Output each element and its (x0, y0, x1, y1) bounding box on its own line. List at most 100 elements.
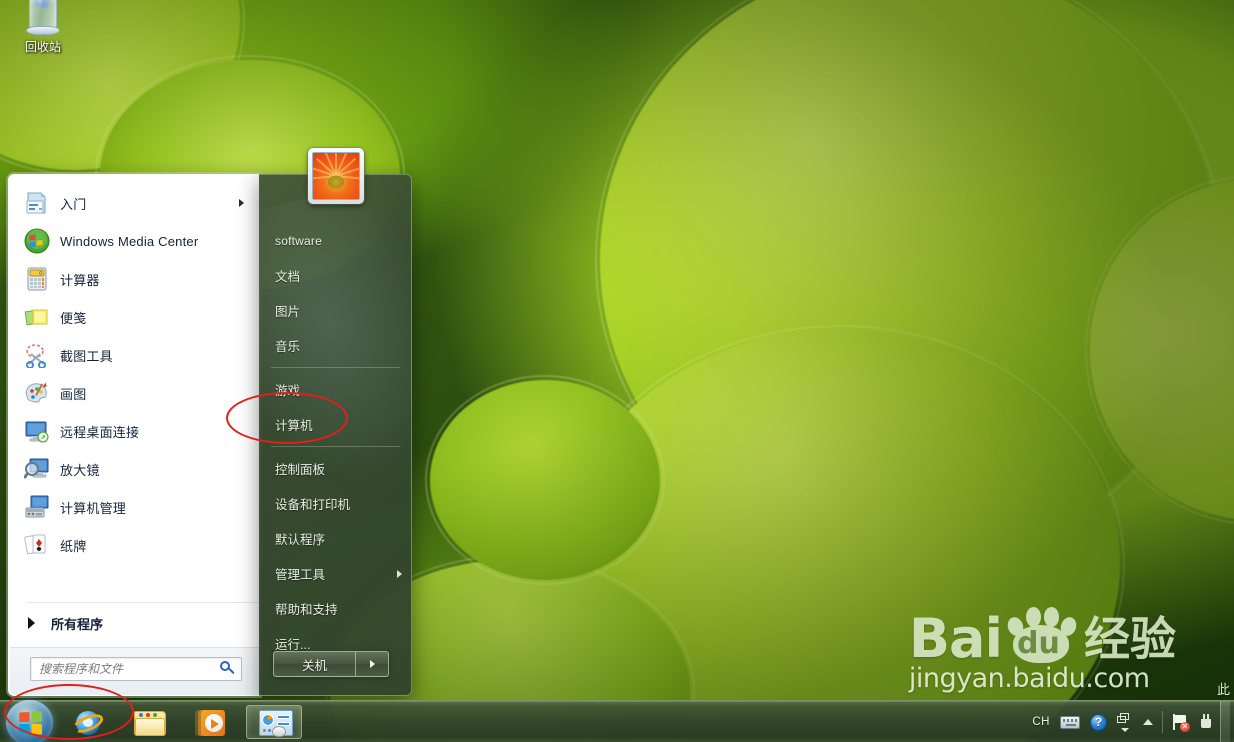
start-item-remote-desktop[interactable]: ↗ 远程桌面连接 (18, 412, 252, 450)
chevron-right-icon (239, 199, 244, 207)
recycle-bin-icon (23, 0, 63, 38)
ime-label: CH (1032, 716, 1050, 728)
taskbar-button-windows-media-player[interactable] (189, 705, 233, 739)
right-panel-divider (271, 446, 400, 447)
start-item-label: 纸牌 (60, 538, 87, 554)
tray-help-icon[interactable]: ? (1085, 701, 1112, 742)
start-item-label: 放大镜 (60, 462, 100, 478)
right-item-label: 音乐 (275, 340, 301, 354)
start-item-calculator[interactable]: 0 计算器 (18, 260, 252, 298)
taskbar-button-internet-explorer[interactable] (66, 705, 110, 739)
right-item-label: 帮助和支持 (275, 603, 338, 617)
desktop-icon-recycle-bin[interactable]: 回收站 (8, 0, 78, 54)
right-item-label: software (275, 233, 322, 248)
start-item-snipping-tool[interactable]: 截图工具 (18, 336, 252, 374)
all-programs-label: 所有程序 (51, 616, 104, 632)
shutdown-options-button[interactable] (355, 651, 389, 677)
start-item-label: 计算器 (60, 272, 100, 288)
tray-ime-indicator[interactable]: CH (1027, 701, 1055, 742)
start-item-label: 远程桌面连接 (60, 424, 140, 440)
start-button[interactable] (6, 700, 53, 742)
tray-network[interactable] (1194, 701, 1218, 742)
taskbar-button-control-panel[interactable] (246, 705, 302, 739)
start-menu-search-area (10, 647, 260, 695)
shutdown-label: 关机 (301, 658, 327, 673)
magnifier-icon (23, 456, 50, 482)
right-item-default-programs[interactable]: 默认程序 (259, 521, 411, 556)
recycle-bin-label: 回收站 (24, 40, 61, 54)
start-item-label: 便笺 (60, 310, 87, 326)
media-player-icon (197, 710, 225, 736)
corner-character: 此 (1216, 682, 1230, 697)
start-item-label: 画图 (60, 386, 87, 402)
start-menu-left-panel: 入门 Windows Media Center 0 计算器 便笺 截图工具 画图… (8, 174, 260, 696)
folder-icon (134, 711, 166, 736)
search-input[interactable] (31, 662, 217, 676)
all-programs-button[interactable]: 所有程序 (18, 607, 252, 639)
tray-show-hidden-chevron[interactable] (1138, 701, 1158, 742)
tray-action-center[interactable]: ✕ (1167, 701, 1194, 742)
right-item-label: 管理工具 (275, 568, 326, 582)
show-hidden-icons-icon (1117, 713, 1133, 732)
start-item-label: 截图工具 (60, 348, 113, 364)
solitaire-icon (24, 532, 50, 558)
start-menu-divider (26, 602, 260, 603)
start-menu-places-list: software 文档 图片 音乐 游戏 计算机 控制面板 设备和打印机 默认程… (259, 223, 411, 661)
right-panel-divider (271, 367, 400, 368)
search-box[interactable] (30, 657, 242, 681)
start-menu-program-list: 入门 Windows Media Center 0 计算器 便笺 截图工具 画图… (18, 184, 252, 564)
start-menu-right-panel: software 文档 图片 音乐 游戏 计算机 控制面板 设备和打印机 默认程… (259, 174, 412, 696)
start-item-label: Windows Media Center (60, 233, 199, 249)
start-menu: 入门 Windows Media Center 0 计算器 便笺 截图工具 画图… (8, 174, 412, 696)
right-item-label: 游戏 (275, 384, 301, 398)
start-item-sticky-notes[interactable]: 便笺 (18, 298, 252, 336)
remote-desktop-icon: ↗ (24, 418, 50, 444)
svg-text:↗: ↗ (40, 436, 45, 442)
right-item-label: 默认程序 (275, 533, 326, 547)
show-desktop-button[interactable] (1220, 701, 1230, 742)
taskbar-button-windows-explorer[interactable] (128, 705, 172, 739)
start-item-getting-started[interactable]: 入门 (18, 184, 252, 222)
start-item-solitaire[interactable]: 纸牌 (18, 526, 252, 564)
right-item-help-and-support[interactable]: 帮助和支持 (259, 591, 411, 626)
help-label: ? (1090, 713, 1107, 731)
right-item-documents[interactable]: 文档 (259, 258, 411, 293)
search-icon (217, 659, 237, 679)
tray-show-hidden-icons[interactable] (1112, 701, 1138, 742)
shutdown-row: 关机 (273, 651, 389, 677)
right-item-computer[interactable]: 计算机 (259, 407, 411, 442)
tray-keyboard-icon[interactable] (1055, 701, 1085, 742)
windows-media-center-icon (24, 228, 50, 254)
shutdown-button[interactable]: 关机 (273, 651, 355, 677)
chevron-right-icon (397, 569, 402, 578)
windows-logo-icon (18, 710, 42, 735)
taskbar: CH ? ✕ (0, 700, 1234, 742)
start-item-paint[interactable]: 画图 (18, 374, 252, 412)
user-avatar-flower-icon (312, 152, 360, 200)
svg-text:0: 0 (39, 271, 42, 277)
chevron-right-icon (28, 617, 35, 629)
start-item-computer-management[interactable]: 计算机管理 (18, 488, 252, 526)
right-item-games[interactable]: 游戏 (259, 372, 411, 407)
right-item-label: 计算机 (275, 419, 313, 433)
right-item-pictures[interactable]: 图片 (259, 293, 411, 328)
start-item-magnifier[interactable]: 放大镜 (18, 450, 252, 488)
network-icon (1199, 713, 1213, 731)
right-item-devices-and-printers[interactable]: 设备和打印机 (259, 486, 411, 521)
computer-management-icon (24, 494, 50, 520)
right-item-control-panel[interactable]: 控制面板 (259, 451, 411, 486)
right-item-administrative-tools[interactable]: 管理工具 (259, 556, 411, 591)
start-item-label: 计算机管理 (60, 500, 127, 516)
right-item-label: 图片 (275, 305, 301, 319)
user-picture[interactable] (308, 148, 364, 204)
right-item-music[interactable]: 音乐 (259, 328, 411, 363)
right-item-label: 设备和打印机 (275, 498, 351, 512)
paint-icon (24, 380, 50, 406)
desktop: 回收站 入门 Windows Media Center 0 计算器 便笺 截图工… (0, 0, 1234, 742)
start-item-windows-media-center[interactable]: Windows Media Center (18, 222, 252, 260)
action-center-flag-icon: ✕ (1172, 713, 1190, 732)
right-item-software[interactable]: software (259, 223, 411, 258)
start-item-label: 入门 (60, 196, 87, 212)
sticky-notes-icon (24, 304, 50, 330)
chevron-right-icon (369, 660, 375, 668)
